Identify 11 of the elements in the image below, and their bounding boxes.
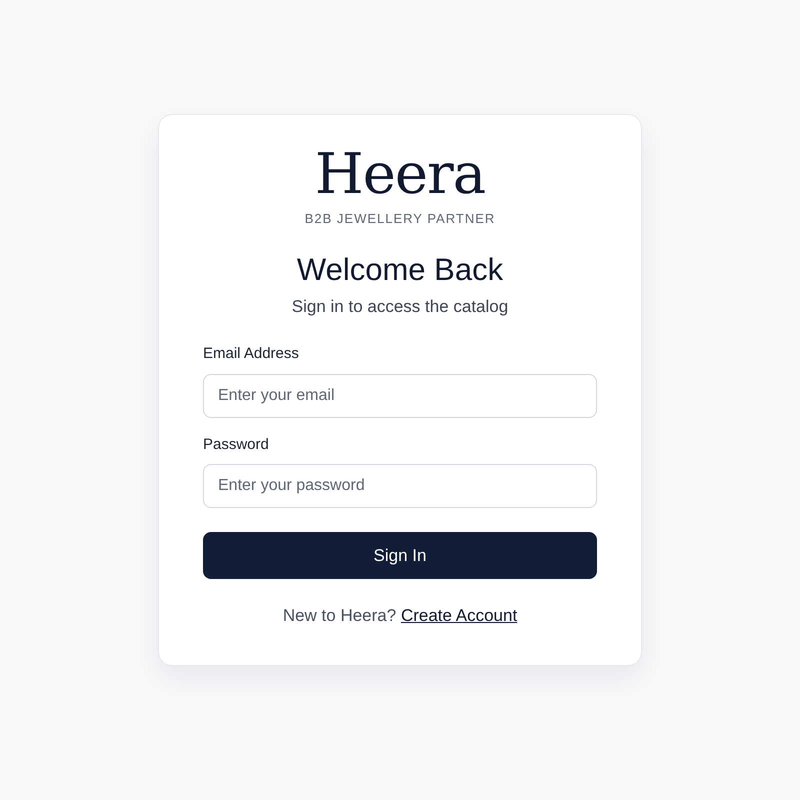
field-label: Password <box>203 434 270 455</box>
field-label: Email Address <box>203 344 300 364</box>
footer-text: New to Heera? <box>282 606 396 626</box>
page-subheading: Sign in to access the catalog <box>290 296 510 318</box>
email-field[interactable]: Enter your email <box>203 374 597 418</box>
create-account-link[interactable]: Create Account <box>400 606 518 626</box>
password-field[interactable]: Enter your password <box>203 464 597 508</box>
page-heading: Welcome Back <box>296 250 504 288</box>
brand-tagline: B2B JEWELLERY PARTNER <box>304 210 496 228</box>
brand-logo: Heera <box>314 147 486 203</box>
sign-in-button[interactable]: Sign In <box>203 532 597 580</box>
